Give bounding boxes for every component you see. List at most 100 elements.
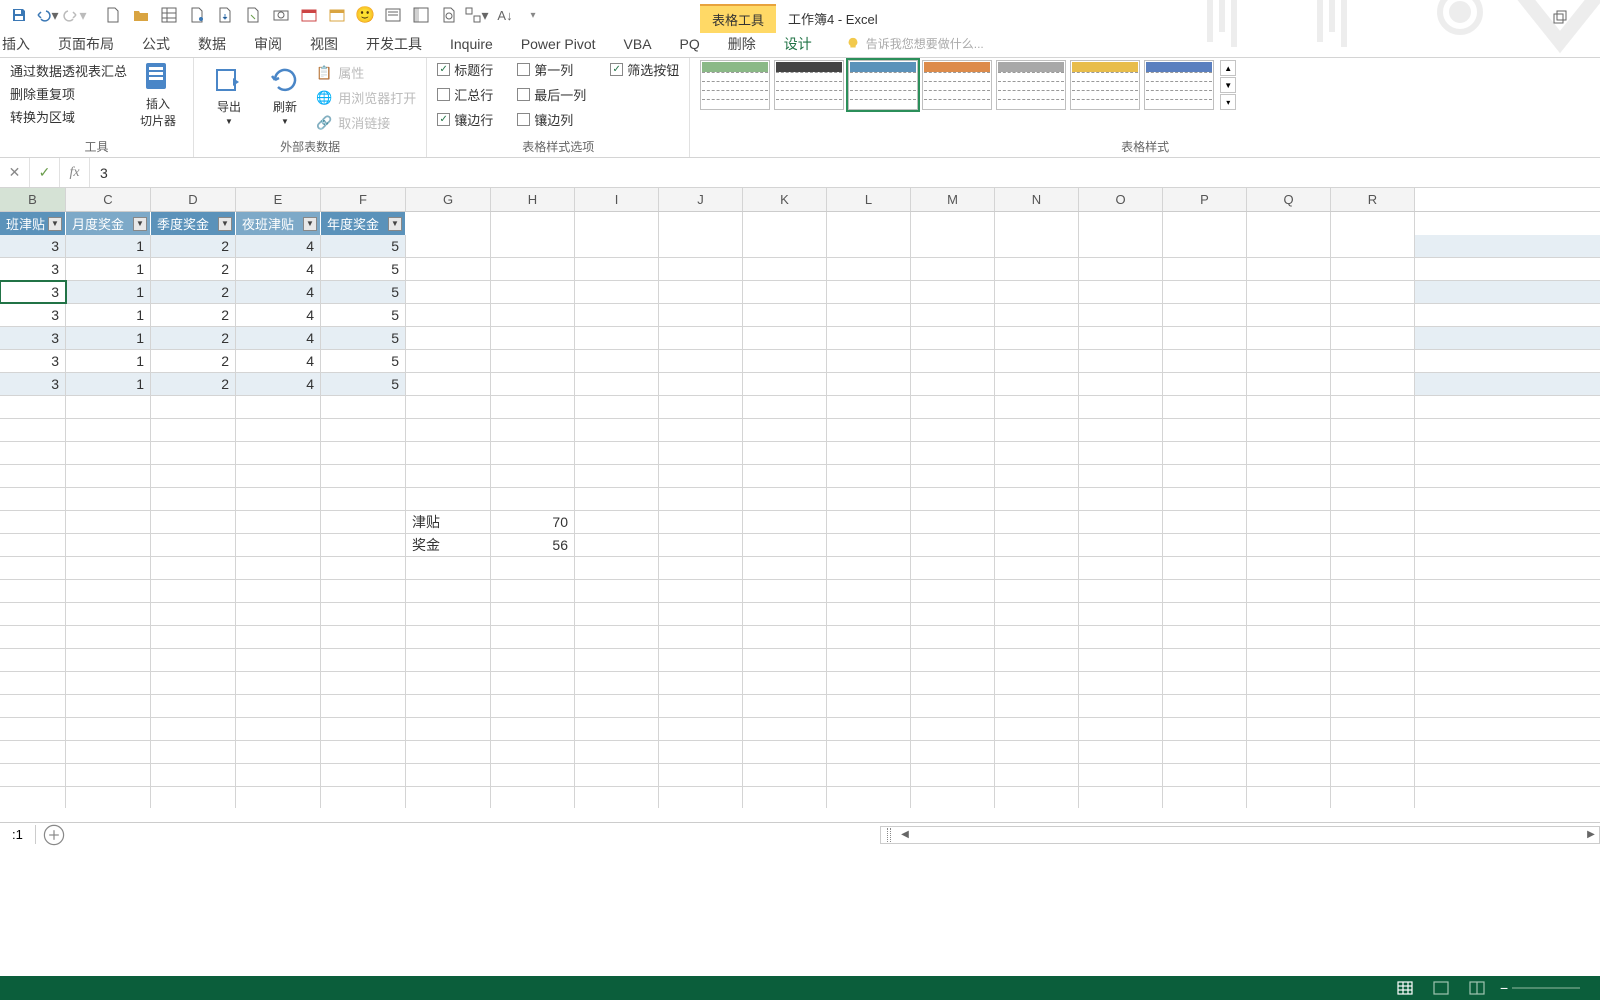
empty-cell[interactable]: [1331, 741, 1415, 763]
empty-cell[interactable]: [1163, 327, 1247, 349]
empty-cell[interactable]: [1331, 281, 1415, 303]
empty-cell[interactable]: [406, 741, 491, 763]
empty-cell[interactable]: [236, 488, 321, 510]
table-style-thumb[interactable]: [1070, 60, 1140, 110]
form-icon[interactable]: [380, 2, 406, 28]
empty-cell[interactable]: [743, 511, 827, 533]
empty-cell[interactable]: [827, 327, 911, 349]
empty-cell[interactable]: [491, 419, 575, 441]
empty-cell[interactable]: [659, 741, 743, 763]
empty-cell[interactable]: [743, 235, 827, 257]
empty-cell[interactable]: [236, 626, 321, 648]
check-first-col[interactable]: 第一列: [517, 60, 586, 79]
empty-cell[interactable]: [236, 787, 321, 808]
table-cell[interactable]: 3: [0, 373, 66, 395]
empty-cell[interactable]: [659, 672, 743, 694]
tab-inquire[interactable]: Inquire: [436, 32, 507, 56]
empty-cell[interactable]: [151, 534, 236, 556]
table-style-thumb[interactable]: [1144, 60, 1214, 110]
empty-cell[interactable]: [1247, 787, 1331, 808]
tab-vba[interactable]: VBA: [610, 32, 666, 56]
empty-cell[interactable]: [1079, 396, 1163, 418]
empty-cell[interactable]: [0, 396, 66, 418]
page-edit-icon[interactable]: [240, 2, 266, 28]
empty-cell[interactable]: [1331, 672, 1415, 694]
empty-cell[interactable]: [406, 442, 491, 464]
empty-cell[interactable]: [236, 672, 321, 694]
export-button[interactable]: 导出 ▼: [204, 60, 254, 130]
empty-cell[interactable]: [236, 534, 321, 556]
table-cell[interactable]: 2: [151, 327, 236, 349]
empty-cell[interactable]: [491, 580, 575, 602]
table-style-thumb[interactable]: [700, 60, 770, 110]
table-cell[interactable]: 5: [321, 350, 406, 372]
empty-cell[interactable]: [743, 557, 827, 579]
convert-range-button[interactable]: 转换为区域: [10, 106, 127, 127]
column-header[interactable]: H: [491, 188, 575, 211]
empty-cell[interactable]: [1247, 281, 1331, 303]
empty-cell[interactable]: [1079, 327, 1163, 349]
empty-cell[interactable]: [151, 488, 236, 510]
empty-cell[interactable]: [321, 787, 406, 808]
table-cell[interactable]: 5: [321, 327, 406, 349]
empty-cell[interactable]: [827, 235, 911, 257]
empty-cell[interactable]: [995, 557, 1079, 579]
grid-row[interactable]: [0, 649, 1600, 672]
empty-cell[interactable]: [1163, 350, 1247, 372]
empty-cell[interactable]: [1331, 787, 1415, 808]
empty-cell[interactable]: [743, 534, 827, 556]
empty-cell[interactable]: [66, 396, 151, 418]
empty-cell[interactable]: [1079, 511, 1163, 533]
empty-cell[interactable]: [66, 442, 151, 464]
calendar-icon[interactable]: [296, 2, 322, 28]
empty-cell[interactable]: [406, 419, 491, 441]
empty-cell[interactable]: [1163, 281, 1247, 303]
empty-cell[interactable]: [995, 787, 1079, 808]
empty-cell[interactable]: [575, 580, 659, 602]
empty-cell[interactable]: [0, 741, 66, 763]
empty-cell[interactable]: [911, 718, 995, 740]
empty-cell[interactable]: [321, 764, 406, 786]
empty-cell[interactable]: [1247, 465, 1331, 487]
table-row[interactable]: 31245: [0, 258, 1600, 281]
empty-cell[interactable]: [1079, 695, 1163, 717]
empty-cell[interactable]: [406, 281, 491, 303]
empty-cell[interactable]: [575, 350, 659, 372]
empty-cell[interactable]: [321, 741, 406, 763]
empty-cell[interactable]: [1163, 396, 1247, 418]
table-cell[interactable]: 4: [236, 258, 321, 280]
empty-cell[interactable]: [66, 741, 151, 763]
empty-cell[interactable]: [1247, 258, 1331, 280]
empty-cell[interactable]: [491, 350, 575, 372]
empty-cell[interactable]: [1331, 603, 1415, 625]
empty-cell[interactable]: [151, 511, 236, 533]
table-cell[interactable]: 4: [236, 235, 321, 257]
empty-cell[interactable]: [1163, 465, 1247, 487]
empty-cell[interactable]: [0, 764, 66, 786]
empty-cell[interactable]: [1247, 488, 1331, 510]
context-tab-table-tools[interactable]: 表格工具: [700, 4, 776, 33]
table-row[interactable]: 31245: [0, 373, 1600, 396]
empty-cell[interactable]: [659, 327, 743, 349]
empty-cell[interactable]: [659, 235, 743, 257]
page-icon[interactable]: [184, 2, 210, 28]
empty-cell[interactable]: [1331, 304, 1415, 326]
zoom-page-icon[interactable]: [436, 2, 462, 28]
empty-cell[interactable]: [1163, 718, 1247, 740]
empty-cell[interactable]: [1331, 764, 1415, 786]
table-cell[interactable]: 5: [321, 258, 406, 280]
empty-cell[interactable]: [1247, 649, 1331, 671]
smiley-icon[interactable]: 🙂: [352, 2, 378, 28]
empty-cell[interactable]: [1247, 557, 1331, 579]
empty-cell[interactable]: [995, 718, 1079, 740]
empty-cell[interactable]: [406, 235, 491, 257]
empty-cell[interactable]: [0, 626, 66, 648]
empty-cell[interactable]: [911, 534, 995, 556]
empty-cell[interactable]: [743, 327, 827, 349]
empty-cell[interactable]: [151, 442, 236, 464]
tab-insert[interactable]: 插入: [0, 30, 44, 58]
empty-cell[interactable]: [66, 649, 151, 671]
grid-row[interactable]: [0, 442, 1600, 465]
sort-icon[interactable]: A↓: [492, 2, 518, 28]
empty-cell[interactable]: [321, 580, 406, 602]
